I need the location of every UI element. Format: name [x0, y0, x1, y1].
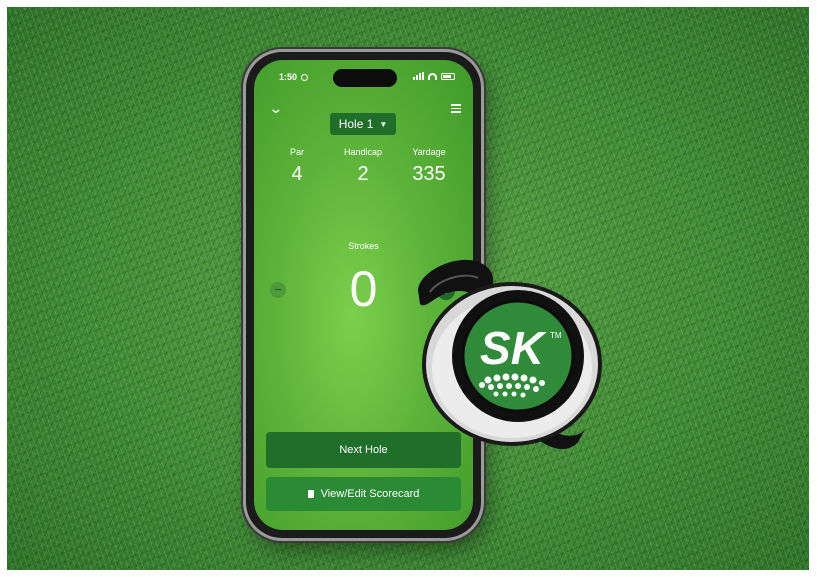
device-trademark: TM [550, 331, 562, 340]
signal-icon [413, 72, 424, 80]
status-time: 1:50 [279, 72, 298, 82]
wifi-icon [428, 72, 437, 80]
document-icon [307, 490, 314, 498]
battery-icon [441, 72, 455, 80]
next-hole-label: Next Hole [339, 444, 388, 456]
yardage-stat: Yardage 335 [394, 147, 464, 186]
device-logo-text: SK [480, 322, 547, 374]
strokes-label: Strokes [348, 241, 379, 251]
menu-icon[interactable] [451, 104, 461, 113]
status-icons [413, 72, 455, 80]
par-label: Par [289, 147, 304, 157]
yardage-value: 335 [412, 163, 446, 185]
handicap-label: Handicap [343, 147, 383, 157]
dynamic-island [333, 69, 397, 87]
scorecard-button[interactable]: View/Edit Scorecard [266, 477, 461, 511]
caret-down-icon: ▼ [379, 119, 388, 129]
yardage-label: Yardage [412, 147, 446, 157]
par-value: 4 [291, 163, 303, 185]
handicap-stat: Handicap 2 [328, 147, 398, 186]
chevron-down-icon[interactable]: ⌄ [268, 100, 283, 117]
scorecard-label: View/Edit Scorecard [320, 488, 420, 500]
hole-dropdown[interactable]: Hole 1 ▼ [330, 113, 396, 135]
handicap-value: 2 [357, 163, 369, 185]
hole-dropdown-label: Hole 1 [338, 117, 374, 131]
par-stat: Par 4 [262, 147, 332, 186]
status-indicator-icon [301, 74, 308, 81]
sk-hat-clip-device: SK TM [418, 259, 602, 450]
